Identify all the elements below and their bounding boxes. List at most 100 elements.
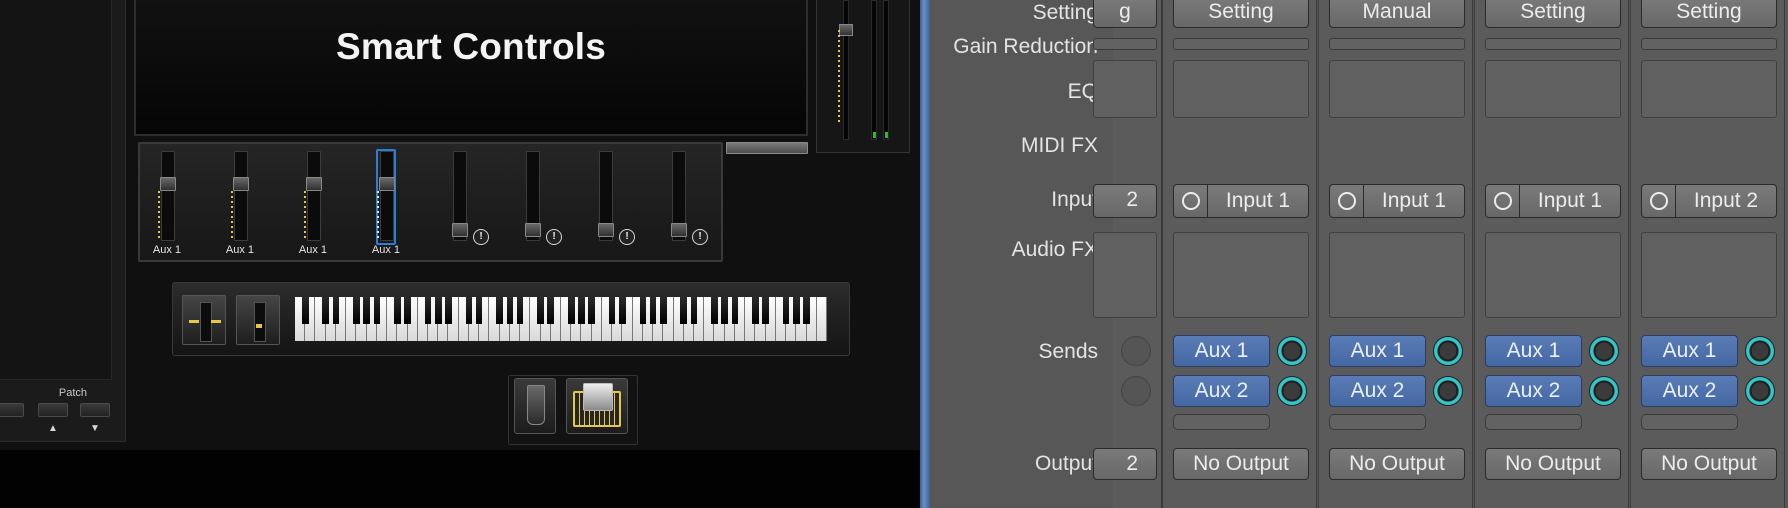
input-button[interactable]: Input 2 — [1641, 184, 1777, 218]
setting-button[interactable]: Setting — [1641, 0, 1777, 28]
smart-fader-thumb[interactable] — [452, 223, 468, 237]
send-knob-partial-2[interactable] — [1121, 376, 1151, 406]
send-1-button[interactable]: Aux 1 — [1485, 335, 1582, 367]
black-key[interactable] — [711, 297, 718, 324]
smart-fader-track[interactable] — [161, 151, 175, 241]
send-2-level-knob[interactable] — [1277, 376, 1307, 406]
smart-fader-track[interactable] — [307, 151, 321, 241]
send-2-button[interactable]: Aux 2 — [1329, 375, 1426, 407]
empty-send-slot[interactable] — [1485, 414, 1582, 430]
black-key[interactable] — [649, 297, 657, 324]
send-1-level-knob[interactable] — [1745, 336, 1775, 366]
smart-fader-thumb[interactable] — [671, 223, 687, 237]
empty-send-slot[interactable] — [1173, 414, 1270, 430]
black-key[interactable] — [547, 297, 555, 324]
send-1-level-knob[interactable] — [1433, 336, 1463, 366]
black-key[interactable] — [721, 297, 728, 324]
input-button-partial[interactable]: 2 — [1093, 184, 1157, 218]
send-1-level-knob[interactable] — [1589, 336, 1619, 366]
eq-slot[interactable] — [1485, 60, 1621, 118]
send-1-button[interactable]: Aux 1 — [1329, 335, 1426, 367]
black-key[interactable] — [434, 297, 442, 324]
master-fader-thumb[interactable] — [839, 24, 853, 36]
send-2-level-knob[interactable] — [1433, 376, 1463, 406]
black-key[interactable] — [660, 297, 667, 324]
patch-prev-button[interactable] — [38, 403, 68, 417]
smart-fader-thumb[interactable] — [306, 177, 322, 191]
send-2-button[interactable]: Aux 2 — [1173, 375, 1270, 407]
black-key[interactable] — [445, 297, 452, 324]
black-key[interactable] — [731, 297, 739, 324]
send-2-level-knob[interactable] — [1589, 376, 1619, 406]
empty-send-slot[interactable] — [1329, 414, 1426, 430]
output-button[interactable]: No Output — [1173, 448, 1309, 480]
audio-fx-slot[interactable] — [1485, 232, 1621, 318]
sustain-pedal[interactable] — [514, 378, 556, 434]
black-key[interactable] — [793, 297, 800, 324]
black-key[interactable] — [363, 297, 370, 324]
eq-slot[interactable] — [1329, 60, 1465, 118]
black-key[interactable] — [608, 297, 616, 324]
setting-button[interactable]: Setting — [1485, 0, 1621, 28]
output-button[interactable]: No Output — [1641, 448, 1777, 480]
black-key[interactable] — [762, 297, 769, 324]
modulation-wheel[interactable] — [236, 295, 280, 345]
black-key[interactable] — [353, 297, 360, 324]
black-key[interactable] — [752, 297, 759, 324]
setting-button-partial[interactable]: g — [1093, 0, 1157, 28]
pitch-bend-wheel[interactable] — [182, 295, 226, 345]
black-key[interactable] — [588, 297, 595, 324]
patch-next-button[interactable] — [80, 403, 110, 417]
input-button[interactable]: Input 1 — [1485, 184, 1621, 218]
setting-button[interactable]: Manual — [1329, 0, 1465, 28]
empty-send-slot[interactable] — [1641, 414, 1738, 430]
smart-fader-thumb[interactable] — [379, 177, 395, 191]
audio-fx-slot[interactable] — [1329, 232, 1465, 318]
setting-button[interactable]: Setting — [1173, 0, 1309, 28]
black-key[interactable] — [639, 297, 647, 324]
output-button[interactable]: No Output — [1485, 448, 1621, 480]
library-list[interactable] — [0, 0, 112, 380]
smart-fader-track[interactable] — [234, 151, 248, 241]
black-key[interactable] — [803, 297, 810, 324]
patch-button-left[interactable] — [0, 403, 24, 417]
black-key[interactable] — [782, 297, 790, 324]
input-monitor-icon[interactable] — [1494, 192, 1512, 210]
black-key[interactable] — [404, 297, 411, 324]
black-key[interactable] — [537, 297, 544, 324]
input-button[interactable]: Input 1 — [1173, 184, 1309, 218]
black-key[interactable] — [301, 297, 309, 324]
black-key[interactable] — [496, 297, 503, 324]
black-key[interactable] — [394, 297, 401, 324]
send-2-button[interactable]: Aux 2 — [1485, 375, 1582, 407]
black-key[interactable] — [373, 297, 381, 324]
smart-fader-thumb[interactable] — [525, 223, 541, 237]
black-key[interactable] — [516, 297, 524, 324]
black-key[interactable] — [690, 297, 698, 324]
black-key[interactable] — [465, 297, 473, 324]
piano-keyboard[interactable] — [295, 297, 827, 341]
input-monitor-icon[interactable] — [1182, 192, 1200, 210]
audio-fx-slot-partial[interactable] — [1093, 232, 1157, 318]
black-key[interactable] — [567, 297, 575, 324]
send-2-level-knob[interactable] — [1745, 376, 1775, 406]
patch-up-icon[interactable]: ▲ — [46, 423, 60, 435]
expression-pedal[interactable] — [566, 378, 628, 434]
patch-down-icon[interactable]: ▼ — [88, 423, 102, 435]
send-1-button[interactable]: Aux 1 — [1173, 335, 1270, 367]
smart-fader-thumb[interactable] — [160, 177, 176, 191]
input-monitor-icon[interactable] — [1650, 192, 1668, 210]
black-key[interactable] — [332, 297, 340, 324]
black-key[interactable] — [424, 297, 432, 324]
input-monitor-icon[interactable] — [1338, 192, 1356, 210]
eq-slot-partial[interactable] — [1093, 60, 1157, 118]
black-key[interactable] — [475, 297, 483, 324]
eq-slot[interactable] — [1173, 60, 1309, 118]
black-key[interactable] — [506, 297, 514, 324]
white-key[interactable] — [816, 297, 827, 341]
output-button[interactable]: No Output — [1329, 448, 1465, 480]
eq-slot[interactable] — [1641, 60, 1777, 118]
audio-fx-slot[interactable] — [1641, 232, 1777, 318]
black-key[interactable] — [619, 297, 626, 324]
audio-fx-slot[interactable] — [1173, 232, 1309, 318]
